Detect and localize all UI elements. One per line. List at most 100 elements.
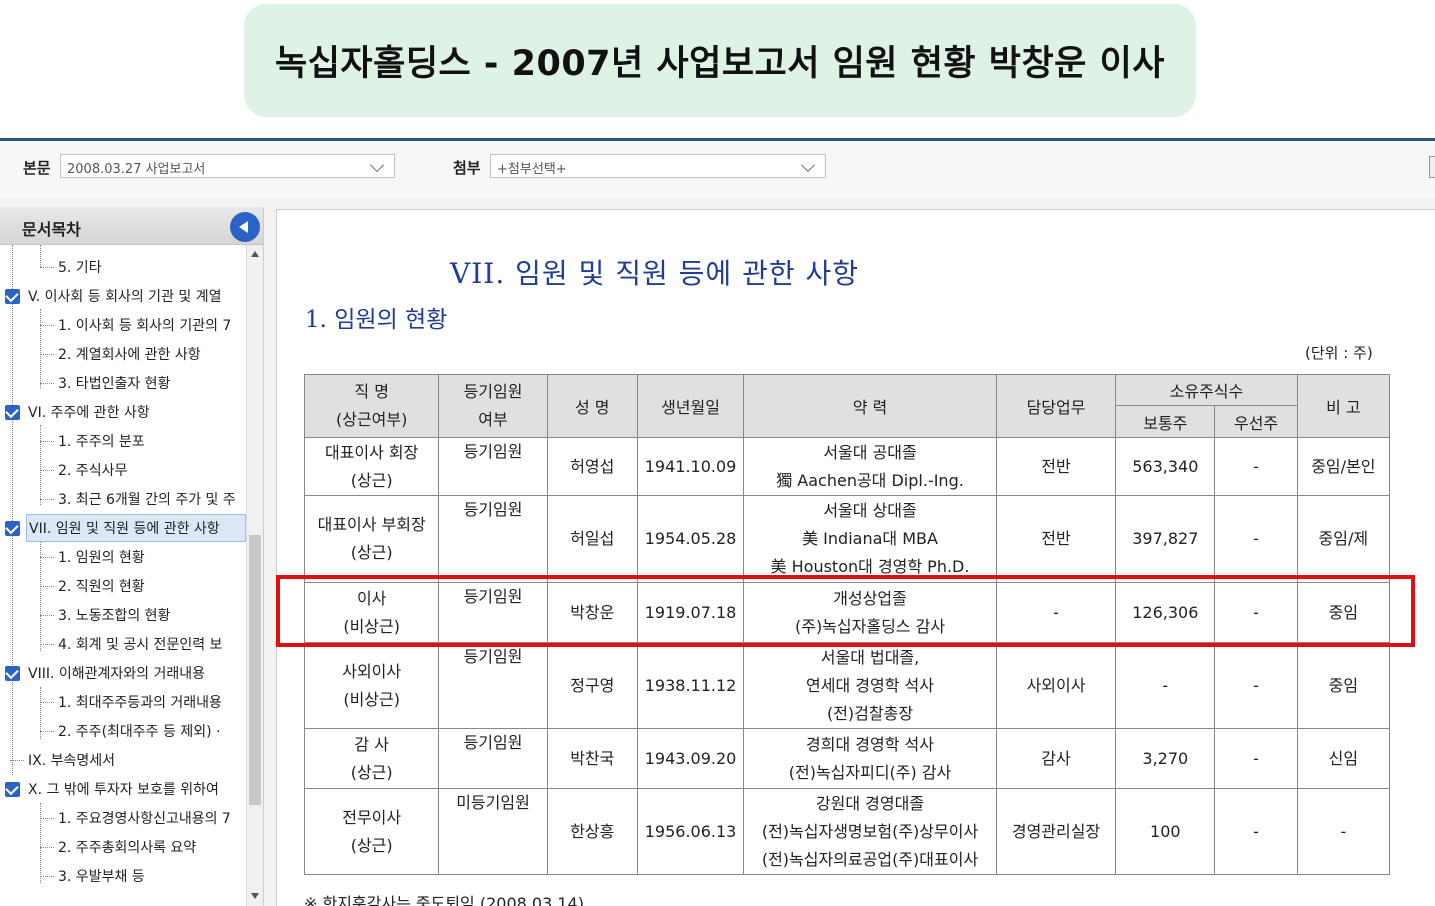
cell-note: 중임/제 bbox=[1296, 495, 1391, 583]
header-registered: 등기임원 여부 bbox=[438, 374, 548, 438]
cell-name: 정구영 bbox=[546, 642, 638, 729]
toc-item[interactable]: 1. 주요경영사항신고내용의 7 bbox=[40, 804, 231, 832]
scroll-up-icon[interactable] bbox=[251, 251, 259, 257]
checkbox-icon[interactable] bbox=[5, 666, 20, 681]
header-position: 직 명 (상근여부) bbox=[303, 374, 440, 438]
chevron-down-icon bbox=[800, 157, 816, 173]
toc-item[interactable]: 2. 주주총회의사록 요약 bbox=[39, 833, 196, 861]
cell-registered: 미등기임원 bbox=[438, 788, 548, 875]
checkbox-icon[interactable] bbox=[5, 289, 20, 304]
toolbar-edge-button[interactable] bbox=[1429, 156, 1435, 178]
cell-duty: - bbox=[995, 582, 1117, 643]
header-birth: 생년월일 bbox=[636, 374, 745, 438]
main-doc-label: 본문 bbox=[23, 159, 51, 177]
cell-preferred: - bbox=[1214, 495, 1298, 583]
toc-title: 문서목차 bbox=[22, 220, 81, 239]
toc-item[interactable]: 3. 타법인출자 현황 bbox=[39, 369, 170, 397]
cell-preferred: - bbox=[1214, 642, 1298, 729]
cell-note: - bbox=[1296, 788, 1391, 875]
subsection-title: 1. 임원의 현황 bbox=[305, 307, 448, 333]
header-name: 성 명 bbox=[546, 374, 638, 438]
cell-career: 서울대 법대졸, 연세대 경영학 석사 (전)검찰총장 bbox=[743, 642, 997, 729]
toc-item[interactable]: VIII. 이해관계자와의 거래내용 bbox=[26, 659, 205, 687]
toc-item[interactable]: 2. 직원의 현황 bbox=[40, 572, 145, 600]
collapse-sidebar-button[interactable] bbox=[230, 212, 260, 242]
cell-preferred: - bbox=[1214, 788, 1298, 875]
toc-item[interactable]: 2. 계열회사에 관한 사항 bbox=[40, 340, 201, 368]
cell-name: 허일섭 bbox=[546, 495, 638, 583]
toc-item[interactable]: 1. 최대주주등과의 거래내용 bbox=[40, 688, 222, 716]
checkbox-icon[interactable] bbox=[5, 405, 20, 420]
disclosure-viewer: 본문 2008.03.27 사업보고서 첨부 +첨부선택+ 문서목차 5. 기타 bbox=[0, 138, 1435, 906]
toc-item[interactable]: VI. 주주에 관한 사항 bbox=[26, 398, 150, 426]
toc-item[interactable]: 2. 주주(최대주주 등 제외) · bbox=[39, 717, 220, 745]
cell-note: 중임 bbox=[1296, 642, 1391, 729]
cell-registered: 등기임원 bbox=[438, 495, 548, 583]
tree-connector bbox=[40, 309, 41, 389]
checkbox-icon[interactable] bbox=[5, 782, 20, 797]
toc-scrollbar[interactable] bbox=[246, 245, 263, 906]
cell-birth: 1943.09.20 bbox=[636, 728, 745, 789]
scroll-thumb[interactable] bbox=[249, 535, 261, 805]
toc-item[interactable]: V. 이사회 등 회사의 기관 및 계열 bbox=[26, 282, 221, 310]
cell-common: 397,827 bbox=[1115, 495, 1216, 583]
attachment-value: +첨부선택+ bbox=[497, 162, 567, 177]
attachment-select[interactable]: +첨부선택+ bbox=[490, 154, 826, 178]
cell-position: 대표이사 부회장 (상근) bbox=[303, 495, 440, 583]
toc-item[interactable]: 1. 임원의 현황 bbox=[40, 543, 145, 571]
toc-item[interactable]: 3. 노동조합의 현황 bbox=[39, 601, 170, 629]
cell-registered: 등기임원 bbox=[438, 582, 548, 643]
cell-common: 126,306 bbox=[1115, 582, 1216, 643]
cell-birth: 1956.06.13 bbox=[636, 788, 745, 875]
toc-item[interactable]: 2. 주식사무 bbox=[39, 456, 127, 484]
footnote: ※ 한지훈감사는 중도퇴임.(2008.03.14) bbox=[304, 894, 584, 906]
title-banner: 녹십자홀딩스 - 2007년 사업보고서 임원 현황 박창운 이사 bbox=[244, 4, 1196, 117]
table-row: 전무이사 (상근) 미등기임원 한상흥 1956.06.13 강원대 경영대졸 (전… bbox=[303, 788, 1391, 875]
tree-connector bbox=[40, 425, 41, 505]
tree-connector bbox=[40, 803, 41, 883]
main-doc-select[interactable]: 2008.03.27 사업보고서 bbox=[60, 154, 395, 178]
cell-preferred: - bbox=[1214, 728, 1298, 789]
table-row: 사외이사 (비상근) 등기임원 정구영 1938.11.12 서울대 법대졸, 연세… bbox=[303, 642, 1391, 729]
section-title: VII. 임원 및 직원 등에 관한 사항 bbox=[450, 257, 860, 290]
document-pane: VII. 임원 및 직원 등에 관한 사항 1. 임원의 현황 (단위 : 주)… bbox=[276, 209, 1435, 906]
cell-note: 중임 bbox=[1296, 582, 1391, 643]
cell-common: 100 bbox=[1115, 788, 1216, 875]
toc-item[interactable]: IX. 부속명세서 bbox=[9, 746, 115, 774]
cell-note: 신임 bbox=[1296, 728, 1391, 789]
tree-connector bbox=[40, 245, 41, 267]
toc-item[interactable]: 5. 기타 bbox=[40, 253, 102, 281]
officers-table: 직 명 (상근여부) 등기임원 여부 성 명 생년월일 약 력 담당업무 소유주… bbox=[303, 374, 1391, 875]
viewer-toolbar: 본문 2008.03.27 사업보고서 첨부 +첨부선택+ bbox=[0, 141, 1435, 197]
checkbox-icon[interactable] bbox=[5, 521, 20, 536]
toc-item-selected[interactable]: VII. 임원 및 직원 등에 관한 사항 bbox=[26, 514, 246, 542]
cell-career: 개성상업졸 (주)녹십자홀딩스 감사 bbox=[743, 582, 997, 643]
attachment-label: 첨부 bbox=[453, 159, 481, 177]
cell-duty: 경영관리실장 bbox=[995, 788, 1117, 875]
cell-registered: 등기임원 bbox=[438, 437, 548, 496]
cell-birth: 1941.10.09 bbox=[636, 437, 745, 496]
cell-duty: 전반 bbox=[995, 437, 1117, 496]
toc-item[interactable]: 4. 회계 및 공시 전문인력 보 bbox=[39, 630, 222, 658]
cell-name: 박찬국 bbox=[546, 728, 638, 789]
toc-item[interactable]: 3. 최근 6개월 간의 주가 및 주 bbox=[40, 485, 236, 513]
cell-career: 경희대 경영학 석사 (전)녹십자피디(주) 감사 bbox=[743, 728, 997, 789]
cell-career: 서울대 공대졸 獨 Aachen공대 Dipl.-Ing. bbox=[743, 437, 997, 496]
cell-career: 서울대 상대졸 美 Indiana대 MBA 美 Houston대 경영학 Ph.D… bbox=[743, 495, 997, 583]
toc-sidebar: 문서목차 5. 기타 V. 이사회 등 회사의 기관 및 계열 1. 이사회 등… bbox=[0, 207, 264, 906]
cell-birth: 1954.05.28 bbox=[636, 495, 745, 583]
scroll-down-icon[interactable] bbox=[251, 893, 259, 899]
unit-label: (단위 : 주) bbox=[1305, 344, 1373, 362]
cell-name: 한상흥 bbox=[546, 788, 638, 875]
cell-common: 563,340 bbox=[1115, 437, 1216, 496]
toc-header: 문서목차 bbox=[0, 207, 263, 245]
cell-career: 강원대 경영대졸 (전)녹십자생명보험(주)상무이사 (전)녹십자의료공업(주)대표… bbox=[743, 788, 997, 875]
toc-item[interactable]: 1. 주주의 분포 bbox=[40, 427, 145, 455]
toc-item[interactable]: 1. 이사회 등 회사의 기관의 7 bbox=[39, 311, 231, 339]
table-row: 대표이사 회장 (상근) 등기임원 허영섭 1941.10.09 서울대 공대졸 獨… bbox=[303, 437, 1391, 496]
header-common-shares: 보통주 bbox=[1115, 405, 1216, 438]
main-doc-value: 2008.03.27 사업보고서 bbox=[67, 162, 206, 177]
toc-item[interactable]: 3. 우발부채 등 bbox=[40, 862, 145, 890]
toc-item[interactable]: X. 그 밖에 투자자 보호를 위하여 bbox=[26, 775, 219, 803]
tree-connector bbox=[12, 245, 13, 775]
